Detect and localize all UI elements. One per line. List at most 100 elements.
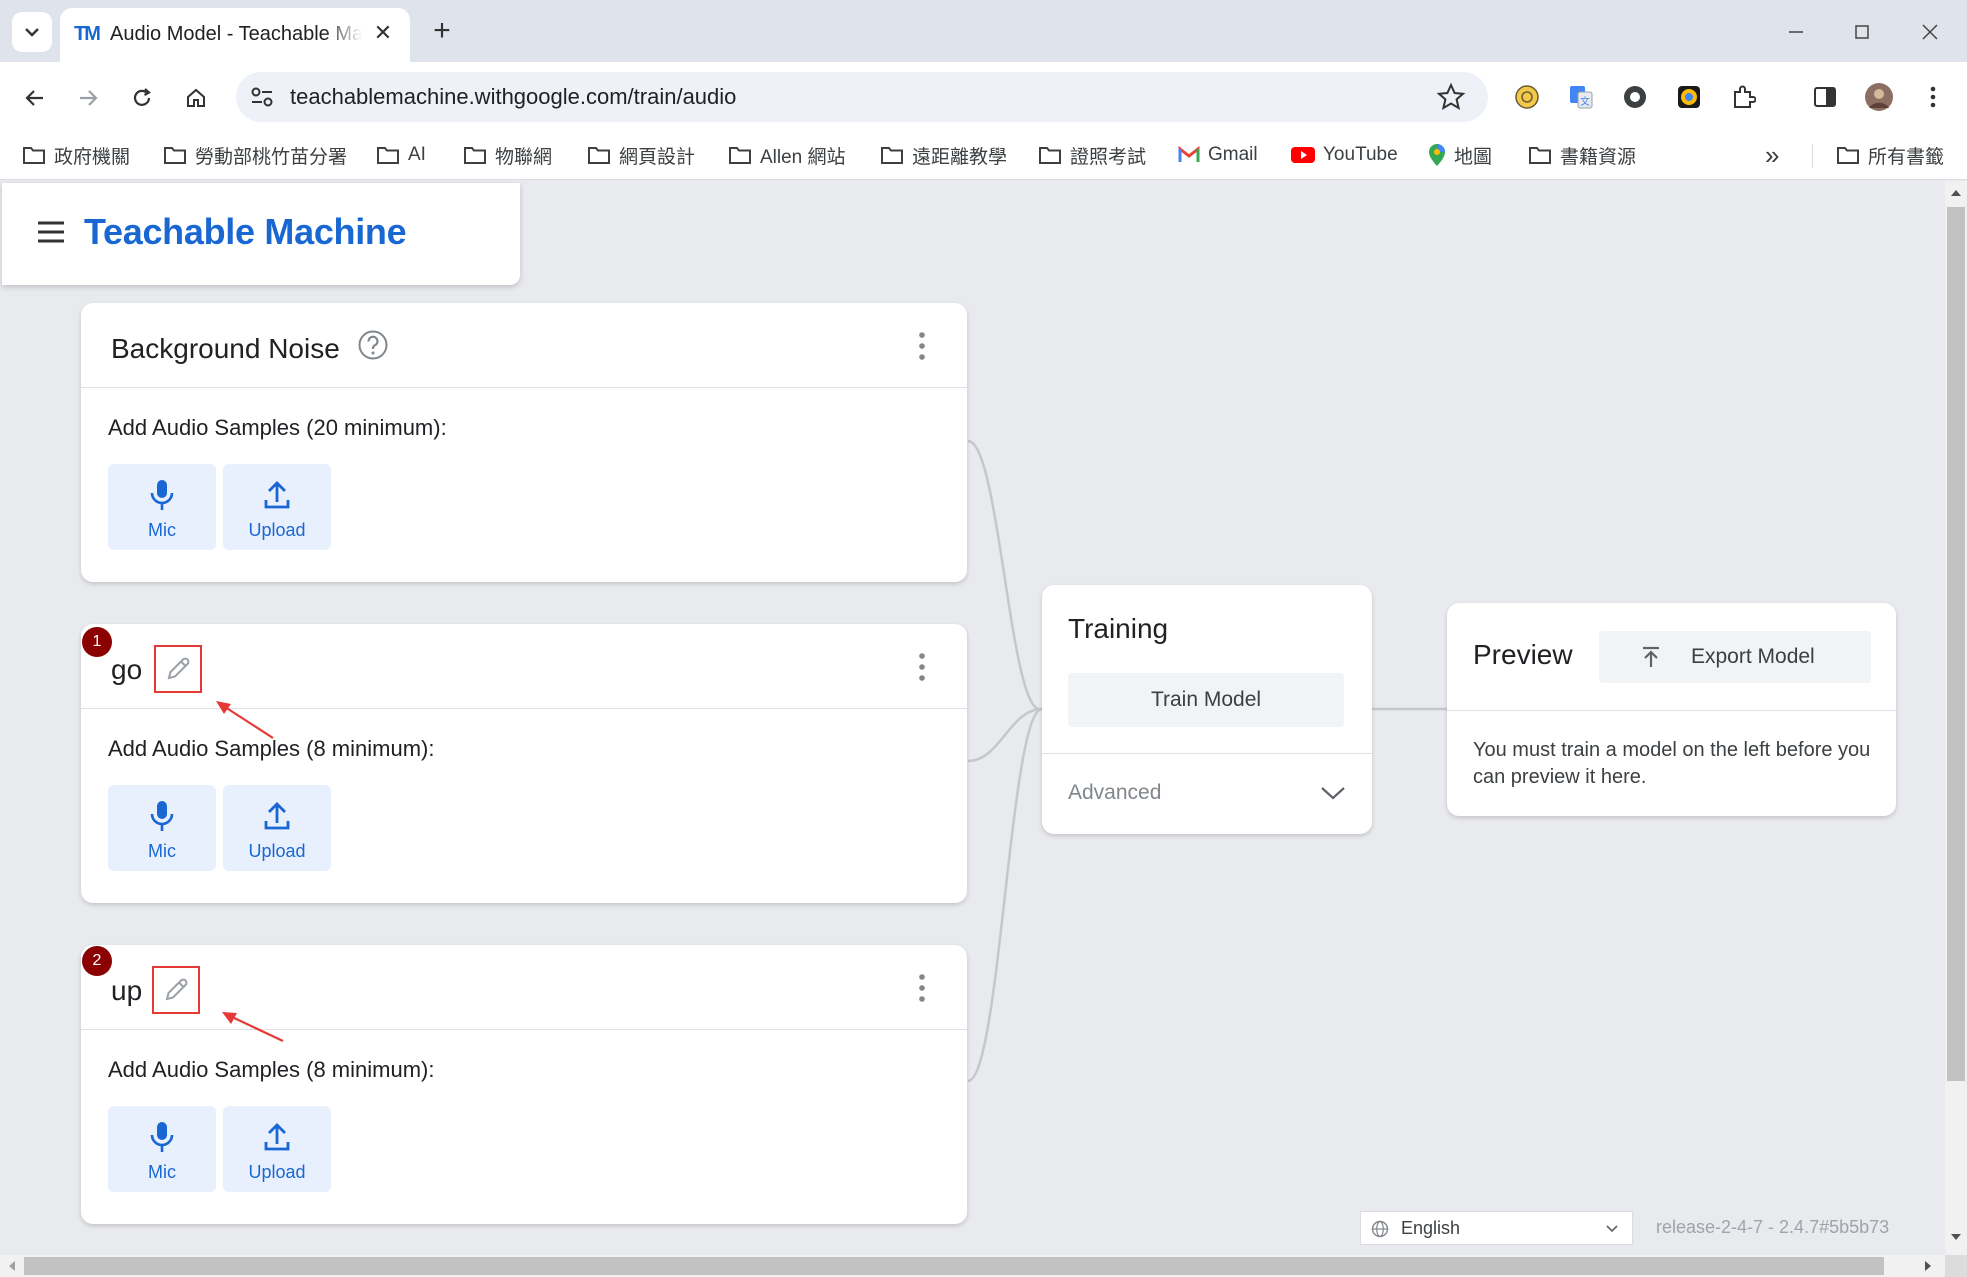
bookmark-label: 遠距離教學	[912, 146, 1008, 168]
advanced-toggle-label[interactable]: Advanced	[1068, 781, 1161, 805]
bookmark-label: YouTube	[1323, 144, 1398, 165]
annotation-arrows	[216, 701, 284, 1042]
export-model-button[interactable]: Export Model	[1599, 631, 1871, 683]
forward-button[interactable]	[68, 78, 108, 118]
upload-button[interactable]: Upload	[223, 1106, 331, 1192]
scroll-down-arrow-icon[interactable]	[1950, 1233, 1962, 1241]
tab-search-button[interactable]	[12, 12, 52, 52]
youtube-icon	[1291, 147, 1315, 163]
browser-menu-icon[interactable]	[1914, 78, 1952, 116]
bookmark-label: Gmail	[1208, 144, 1258, 165]
bookmark-item[interactable]: 書籍資源	[1528, 140, 1636, 170]
page-content: Teachable Machine Background Noise Add A…	[0, 181, 1945, 1255]
train-model-button[interactable]: Train Model	[1068, 673, 1344, 727]
bookmark-item[interactable]: 政府機關	[22, 140, 130, 170]
divider	[1042, 753, 1372, 754]
teachable-machine-favicon-icon: TM	[74, 23, 101, 45]
mic-button[interactable]: Mic	[108, 1106, 216, 1192]
bookmark-item[interactable]: 物聯網	[463, 140, 552, 170]
chevron-down-icon	[25, 28, 39, 37]
gmail-icon	[1178, 146, 1200, 162]
upload-label: Upload	[248, 1162, 306, 1182]
more-options-icon[interactable]	[917, 973, 927, 1003]
minimize-button[interactable]	[1776, 12, 1816, 52]
web-extension-icon[interactable]	[1616, 78, 1654, 116]
globe-icon	[1371, 1220, 1389, 1238]
tab-title: Audio Model - Teachable Machine	[110, 23, 362, 45]
more-options-icon[interactable]	[917, 331, 927, 361]
training-title: Training	[1068, 613, 1169, 644]
google-translate-icon[interactable]: 文	[1562, 78, 1600, 116]
close-window-button[interactable]	[1910, 12, 1950, 52]
bookmark-item[interactable]: Gmail	[1178, 140, 1258, 170]
maximize-icon	[1855, 25, 1869, 39]
address-bar[interactable]: teachablemachine.withgoogle.com/train/au…	[236, 72, 1488, 122]
profile-avatar-icon[interactable]	[1860, 78, 1898, 116]
chevron-double-right-icon: »	[1765, 139, 1780, 170]
bookmark-item[interactable]: 遠距離教學	[880, 140, 1007, 170]
chevron-down-icon[interactable]	[1320, 785, 1346, 801]
folder-icon	[588, 147, 610, 164]
arrow-left-icon	[25, 90, 43, 106]
vertical-scroll-thumb[interactable]	[1947, 207, 1965, 1081]
more-options-icon[interactable]	[917, 652, 927, 682]
bookmarks-divider	[1812, 144, 1813, 168]
close-icon	[1922, 24, 1938, 40]
bookmark-item[interactable]: Allen 網站	[728, 140, 846, 170]
scroll-left-arrow-icon[interactable]	[8, 1260, 16, 1272]
release-version: release-2-4-7 - 2.4.7#5b5b73	[1656, 1217, 1890, 1237]
folder-icon	[23, 147, 45, 164]
svg-text:文: 文	[1580, 95, 1590, 108]
bookmark-label: 證照考試	[1070, 146, 1147, 168]
tab-strip: TM Audio Model - Teachable Machine ✕ +	[0, 0, 1967, 62]
color-extension-icon[interactable]	[1670, 78, 1708, 116]
folder-icon	[464, 147, 486, 164]
site-info-icon[interactable]	[248, 84, 276, 110]
home-button[interactable]	[176, 78, 216, 118]
bookmark-item[interactable]: AI	[376, 140, 426, 170]
preview-message: You must train a model on the left befor…	[1473, 739, 1871, 788]
language-select[interactable]: English	[1360, 1211, 1633, 1245]
horizontal-scroll-thumb[interactable]	[24, 1257, 1884, 1275]
bookmark-label: AI	[408, 144, 426, 165]
bookmark-item[interactable]: 所有書籤	[1836, 140, 1944, 170]
export-arrow-up-icon	[1643, 646, 1659, 667]
bookmark-item[interactable]: 勞動部桃竹苗分署	[163, 140, 347, 170]
extension-coin-icon[interactable]	[1508, 78, 1546, 116]
export-model-label: Export Model	[1691, 645, 1815, 668]
bookmark-star-icon[interactable]	[1436, 82, 1466, 112]
scroll-up-arrow-icon[interactable]	[1950, 189, 1962, 197]
bookmark-label: 物聯網	[495, 146, 553, 168]
bookmark-label: 政府機關	[54, 146, 131, 168]
reload-button[interactable]	[122, 78, 162, 118]
bookmark-item[interactable]: 網頁設計	[587, 140, 695, 170]
bookmark-label: 所有書籤	[1868, 146, 1945, 168]
new-tab-button[interactable]: +	[424, 14, 460, 50]
language-label: English	[1401, 1218, 1461, 1238]
bookmark-item[interactable]: YouTube	[1291, 140, 1398, 170]
folder-icon	[729, 147, 751, 164]
minimize-icon	[1789, 31, 1803, 33]
url-text[interactable]: teachablemachine.withgoogle.com/train/au…	[290, 84, 736, 110]
scroll-right-arrow-icon[interactable]	[1924, 1260, 1932, 1272]
browser-toolbar: teachablemachine.withgoogle.com/train/au…	[0, 62, 1967, 132]
bookmarks-bar: 政府機關 勞動部桃竹苗分署 AI 物聯網 網頁設計 Allen 網站 遠距離教學…	[0, 132, 1967, 180]
bookmark-label: 地圖	[1454, 146, 1493, 168]
maximize-button[interactable]	[1842, 12, 1882, 52]
bookmark-item[interactable]: 證照考試	[1038, 140, 1146, 170]
bookmark-label: 勞動部桃竹苗分署	[195, 146, 348, 168]
mic-label: Mic	[148, 1162, 176, 1182]
folder-icon	[881, 147, 903, 164]
folder-icon	[1837, 147, 1859, 164]
bookmark-item[interactable]: 地圖	[1428, 140, 1492, 170]
extensions-puzzle-icon[interactable]	[1724, 78, 1762, 116]
bookmark-label: 書籍資源	[1560, 146, 1637, 168]
browser-tab[interactable]: TM Audio Model - Teachable Machine ✕	[60, 8, 410, 62]
back-button[interactable]	[15, 78, 55, 118]
horizontal-scrollbar[interactable]	[0, 1255, 1945, 1277]
side-panel-icon[interactable]	[1806, 78, 1844, 116]
tab-close-icon[interactable]: ✕	[370, 20, 396, 48]
bookmarks-overflow-button[interactable]: »	[1765, 140, 1779, 170]
vertical-scrollbar[interactable]	[1945, 181, 1967, 1255]
reload-icon	[133, 88, 151, 106]
